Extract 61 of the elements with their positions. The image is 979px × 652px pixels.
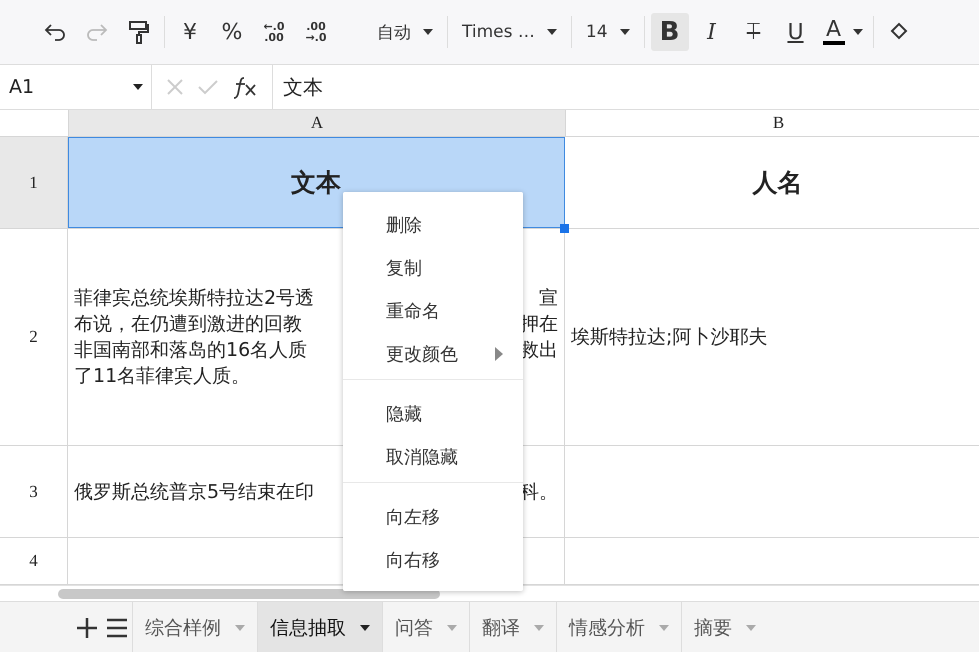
strike-button[interactable]: T [734,13,773,51]
caret-icon [546,29,557,35]
caret-icon [534,624,544,630]
sheet-tab[interactable]: 翻译 [469,602,556,652]
sheet-tab[interactable]: 问答 [382,602,469,652]
menu-item[interactable]: 复制 [343,246,523,289]
caret-icon [235,624,245,630]
add-sheet-icon[interactable] [76,616,98,638]
scrollbar-thumb[interactable] [58,589,440,599]
decimal-button[interactable]: .00 →.0 [297,13,335,51]
row-header[interactable]: 2 [0,229,68,445]
font-color-button[interactable]: A [818,13,867,51]
formula-field[interactable]: 文本 [273,74,323,100]
cell-text: 布说，在仍遭到激进的回教 [74,312,302,337]
sheet-tab[interactable]: 情感分析 [556,602,681,652]
paint-roller-icon [128,20,150,44]
row-header[interactable]: 1 [0,137,68,228]
sheet-tab[interactable]: 摘要 [681,602,768,652]
row-header[interactable]: 3 [0,446,68,537]
row-header[interactable]: 4 [0,538,68,584]
menu-item[interactable]: 向左移 [343,495,523,538]
cell-text: 俄罗斯总统普京5号结束在印 [74,480,314,504]
menu-icon[interactable] [106,618,128,638]
menu-item[interactable]: 重命名 [343,289,523,332]
column-header[interactable]: B [566,110,979,136]
redo-icon [85,23,109,41]
cell-text: 菲律宾总统埃斯特拉达2号透 [74,286,314,311]
caret-icon [423,29,433,35]
menu-item[interactable]: 向右移 [343,538,523,581]
caret-icon [447,624,457,630]
menu-item[interactable]: 隐藏 [343,392,523,435]
name-box[interactable]: A1 [0,65,152,109]
undo-icon [43,23,67,41]
underline-button[interactable]: U [776,13,815,51]
diamond-icon [888,22,909,42]
dropdown[interactable]: Times … [454,13,565,51]
italic-button[interactable]: I [692,13,731,51]
dropdown[interactable]: 14 [578,13,638,51]
fill-handle[interactable] [560,224,569,233]
function-icon[interactable] [232,75,258,99]
dropdown[interactable]: 自动 [369,13,441,51]
caret-icon [659,624,669,630]
bold-button[interactable]: B [650,13,689,51]
caret-icon [360,624,370,630]
table-cell: 人名 [565,137,979,228]
caret-icon [620,29,630,35]
caret-icon [746,624,756,630]
column-header[interactable]: A [69,110,566,136]
cell-text: 非国南部和落岛的16名人质 [74,338,308,363]
format-button[interactable]: % [213,13,251,51]
table-cell-text: 埃斯特拉达;阿卜沙耶夫 [570,325,768,350]
sheet-tab[interactable]: 信息抽取 [257,602,382,652]
cell-text: 了11名菲律宾人质。 [74,364,250,389]
menu-item[interactable]: 取消隐藏 [343,435,523,478]
caret-icon [852,29,863,35]
format-button[interactable]: ¥ [171,13,209,51]
caret-icon [133,84,143,90]
submenu-arrow-icon [495,346,503,360]
menu-item[interactable]: 更改颜色 [343,332,523,375]
cell-text: 宣 [539,286,558,311]
decimal-button[interactable]: ←.0 .00 [255,13,293,51]
